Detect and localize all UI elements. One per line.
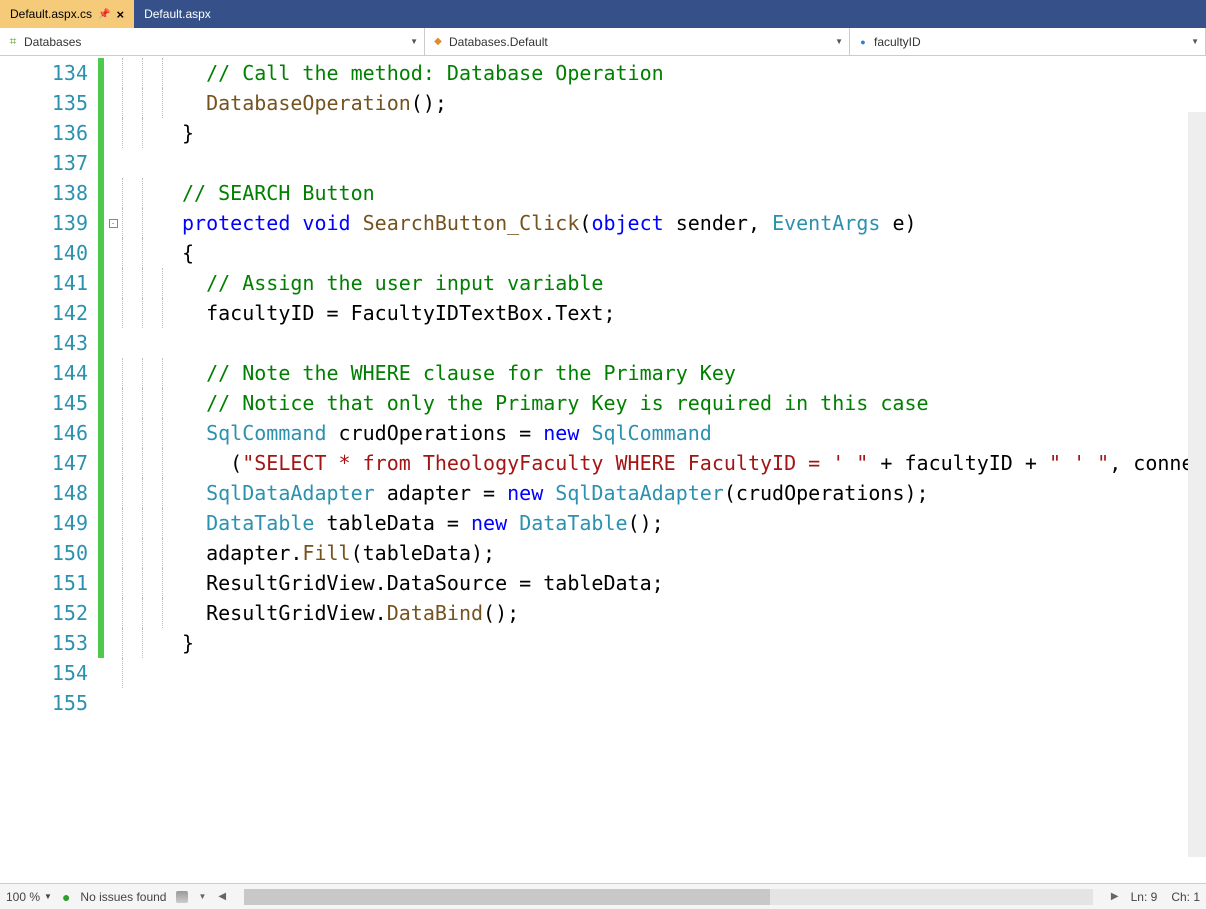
line-number: 155: [0, 688, 98, 718]
line-number: 150: [0, 538, 98, 568]
code-line[interactable]: }: [182, 688, 1206, 718]
tab-label: Default.aspx.cs: [10, 7, 92, 21]
tab-label: Default.aspx: [144, 7, 211, 21]
line-number: 145: [0, 388, 98, 418]
zoom-value: 100 %: [6, 890, 40, 904]
chevron-down-icon: ▼: [198, 892, 206, 901]
code-line[interactable]: DatabaseOperation();: [182, 88, 1206, 118]
line-number: 136: [0, 118, 98, 148]
zoom-control[interactable]: 100 % ▼: [6, 890, 52, 904]
class-label: Databases.Default: [449, 35, 548, 49]
fold-toggle[interactable]: -: [109, 219, 118, 228]
code-line[interactable]: // Notice that only the Primary Key is r…: [182, 388, 1206, 418]
column-indicator[interactable]: Ch: 1: [1171, 890, 1200, 904]
line-number: 147: [0, 448, 98, 478]
line-number: 144: [0, 358, 98, 388]
line-number: 137: [0, 148, 98, 178]
chevron-down-icon: ▼: [835, 37, 843, 46]
horizontal-scrollbar[interactable]: [244, 889, 1093, 905]
line-number: 135: [0, 88, 98, 118]
line-number: 148: [0, 478, 98, 508]
member-label: facultyID: [874, 35, 921, 49]
code-line[interactable]: // Note the WHERE clause for the Primary…: [182, 358, 1206, 388]
line-number: 146: [0, 418, 98, 448]
vertical-scrollbar[interactable]: [1188, 112, 1206, 857]
line-number: 153: [0, 628, 98, 658]
code-line[interactable]: }: [182, 118, 1206, 148]
code-line[interactable]: SqlDataAdapter adapter = new SqlDataAdap…: [182, 478, 1206, 508]
line-number: 151: [0, 568, 98, 598]
class-icon: [431, 35, 445, 49]
fold-gutter: -: [104, 56, 122, 883]
line-number-gutter: 1341351361371381391401411421431441451461…: [0, 56, 98, 883]
code-line[interactable]: adapter.Fill(tableData);: [182, 538, 1206, 568]
chevron-down-icon: ▼: [410, 37, 418, 46]
chevron-down-icon: ▼: [44, 892, 52, 901]
code-line[interactable]: {: [182, 238, 1206, 268]
code-line[interactable]: // SEARCH Button: [182, 178, 1206, 208]
code-line[interactable]: }: [182, 658, 1206, 688]
tab-bar: Default.aspx.cs 📌 × Default.aspx: [0, 0, 1206, 28]
line-number: 141: [0, 268, 98, 298]
line-number: 140: [0, 238, 98, 268]
code-editor[interactable]: 1341351361371381391401411421431441451461…: [0, 56, 1206, 883]
code-line[interactable]: ResultGridView.DataSource = tableData;: [182, 568, 1206, 598]
status-bar: 100 % ▼ ● No issues found ▼ ◀ ▶ Ln: 9 Ch…: [0, 883, 1206, 909]
code-line[interactable]: DataTable tableData = new DataTable();: [182, 508, 1206, 538]
tab-default-aspx-cs[interactable]: Default.aspx.cs 📌 ×: [0, 0, 134, 28]
member-dropdown[interactable]: facultyID ▼: [850, 28, 1206, 55]
class-dropdown[interactable]: Databases.Default ▼: [425, 28, 850, 55]
code-line[interactable]: SqlCommand crudOperations = new SqlComma…: [182, 418, 1206, 448]
code-line[interactable]: ("SELECT * from TheologyFaculty WHERE Fa…: [182, 448, 1206, 478]
code-area[interactable]: // Call the method: Database Operation D…: [182, 56, 1206, 883]
code-line[interactable]: // Assign the user input variable: [182, 268, 1206, 298]
line-indicator[interactable]: Ln: 9: [1131, 890, 1158, 904]
tab-default-aspx[interactable]: Default.aspx: [134, 0, 221, 28]
code-line[interactable]: }: [182, 628, 1206, 658]
field-icon: [856, 35, 870, 49]
navigation-bar: Databases ▼ Databases.Default ▼ facultyI…: [0, 28, 1206, 56]
chevron-down-icon: ▼: [1191, 37, 1199, 46]
code-line[interactable]: // Call the method: Database Operation: [182, 58, 1206, 88]
close-icon[interactable]: ×: [117, 7, 125, 22]
pin-icon[interactable]: 📌: [98, 9, 110, 20]
check-icon: ●: [62, 889, 70, 905]
code-line[interactable]: facultyID = FacultyIDTextBox.Text;: [182, 298, 1206, 328]
line-number: 134: [0, 58, 98, 88]
line-number: 154: [0, 658, 98, 688]
scope-label: Databases: [24, 35, 81, 49]
code-line[interactable]: protected void SearchButton_Click(object…: [182, 208, 1206, 238]
indent-guides: [122, 56, 182, 883]
line-number: 143: [0, 328, 98, 358]
code-line[interactable]: [182, 148, 1206, 178]
line-number: 138: [0, 178, 98, 208]
scope-dropdown[interactable]: Databases ▼: [0, 28, 425, 55]
database-icon: [6, 35, 20, 49]
scroll-left-icon[interactable]: ◀: [216, 891, 228, 902]
line-number: 152: [0, 598, 98, 628]
code-line[interactable]: [182, 328, 1206, 358]
screwdriver-icon[interactable]: [176, 891, 188, 903]
scroll-right-icon[interactable]: ▶: [1109, 891, 1121, 902]
issues-label: No issues found: [80, 890, 166, 904]
line-number: 142: [0, 298, 98, 328]
line-number: 139: [0, 208, 98, 238]
code-line[interactable]: ResultGridView.DataBind();: [182, 598, 1206, 628]
line-number: 149: [0, 508, 98, 538]
